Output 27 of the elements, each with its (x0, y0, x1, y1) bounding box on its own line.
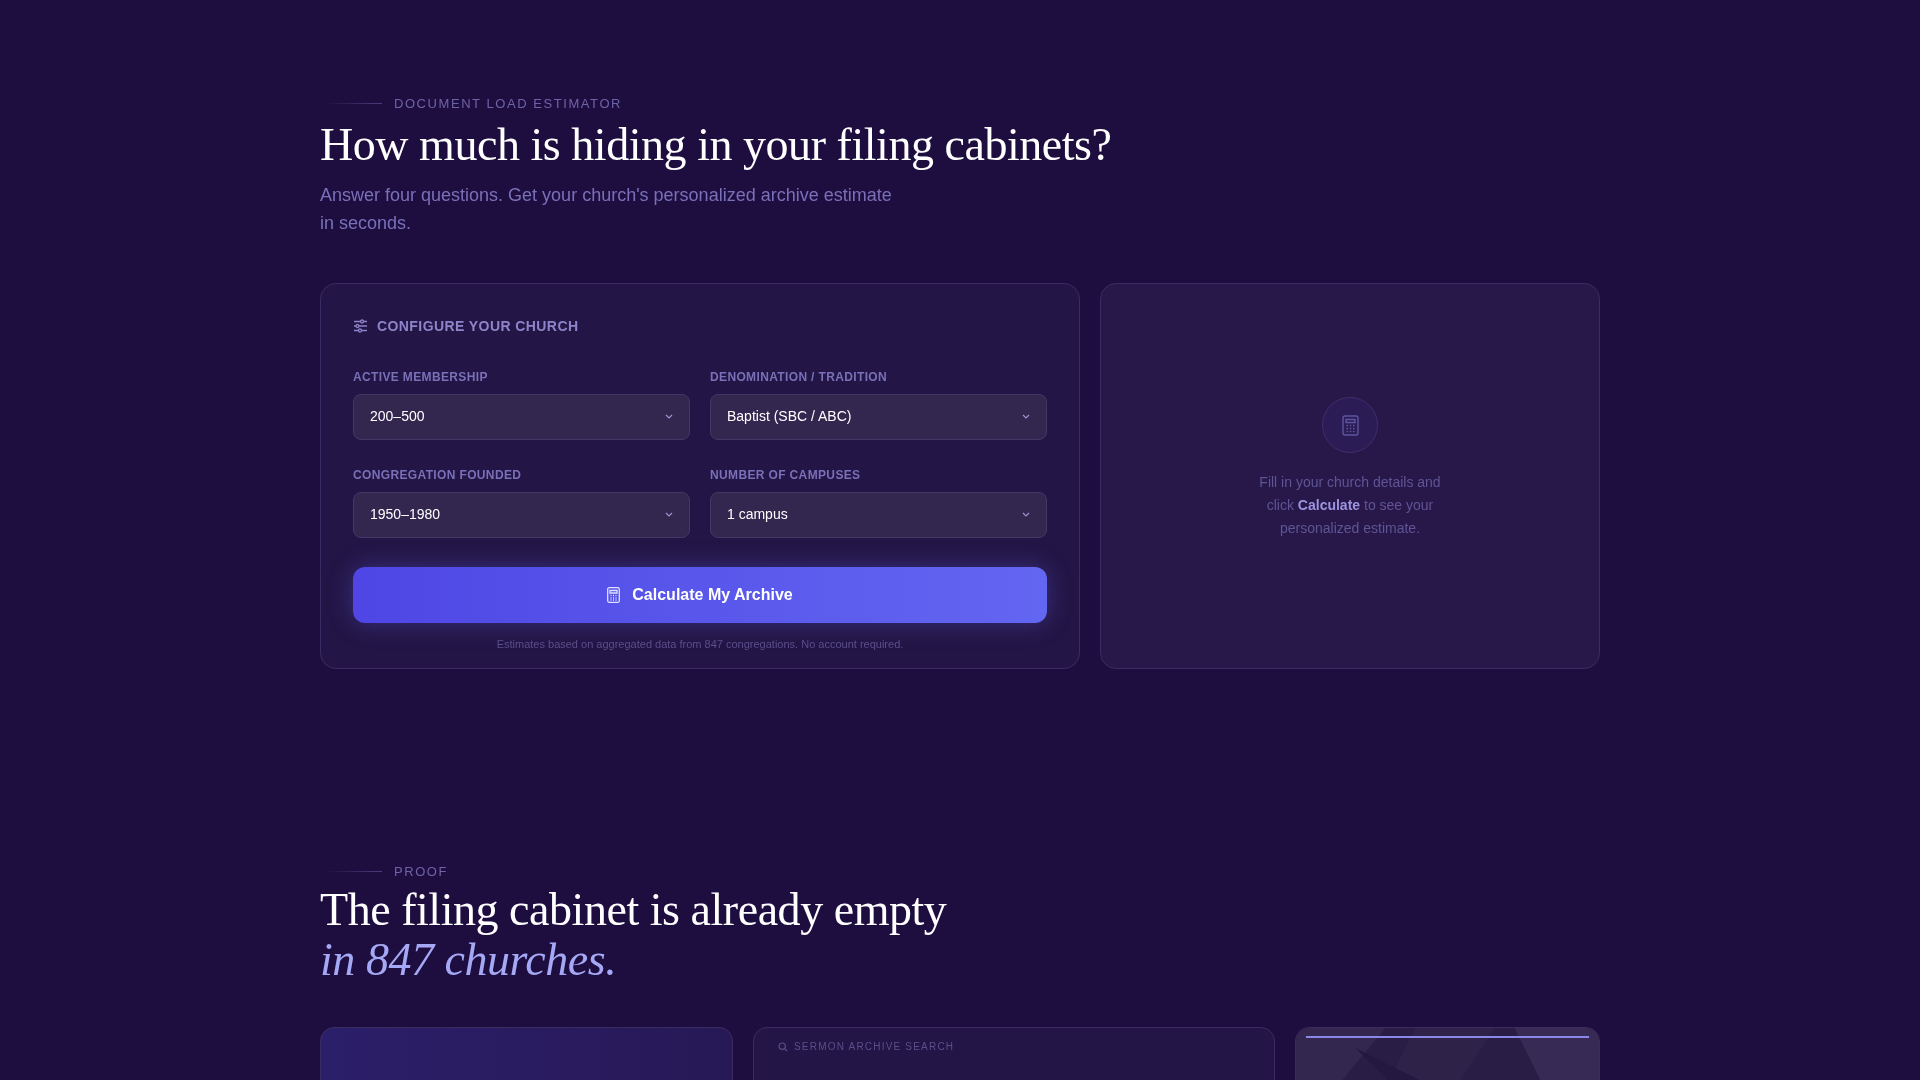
section-eyebrow: DOCUMENT LOAD ESTIMATOR (394, 95, 622, 113)
chevron-down-icon (665, 512, 673, 517)
field-label: ACTIVE MEMBERSHIP (353, 368, 488, 386)
dropdown[interactable]: 1 campus (710, 491, 1047, 538)
chevron-down-icon (1022, 414, 1030, 419)
footnote: Estimates based on aggregated data from 847 congregations. No account required. (496, 636, 904, 652)
calculate-button[interactable]: Calculate My Archive (353, 566, 1047, 623)
calculator-icon (607, 586, 621, 603)
search-icon (778, 1042, 788, 1052)
section-heading-emphasis: in 847 churches. (320, 935, 617, 985)
card-label: SERMON ARCHIVE SEARCH (794, 1042, 955, 1052)
field-label: CONGREGATION FOUNDED (353, 466, 522, 484)
chevron-down-icon (1022, 512, 1030, 517)
sliders-icon (353, 319, 368, 333)
dropdown[interactable]: 200–500 (353, 393, 690, 440)
dropdown[interactable]: Baptist (SBC / ABC) (710, 393, 1047, 440)
field-label: NUMBER OF CAMPUSES (710, 466, 861, 484)
chevron-down-icon (665, 414, 673, 419)
section-heading: The filing cabinet is already empty (320, 885, 947, 935)
page-heading: How much is hiding in your filing cabinets? (320, 117, 1112, 172)
field-label: DENOMINATION / TRADITION (710, 368, 888, 386)
card-title: CONFIGURE YOUR CHURCH (377, 316, 579, 336)
page-subtitle: Answer four questions. Get your church's personalized archive estimate in seconds. (320, 183, 893, 235)
section-eyebrow: PROOF (394, 862, 449, 881)
empty-state-message: Fill in your church details and click Calculate to see your personalized estimate. (1258, 473, 1442, 538)
calculator-badge-icon (1322, 397, 1378, 453)
dropdown[interactable]: 1950–1980 (353, 491, 690, 538)
